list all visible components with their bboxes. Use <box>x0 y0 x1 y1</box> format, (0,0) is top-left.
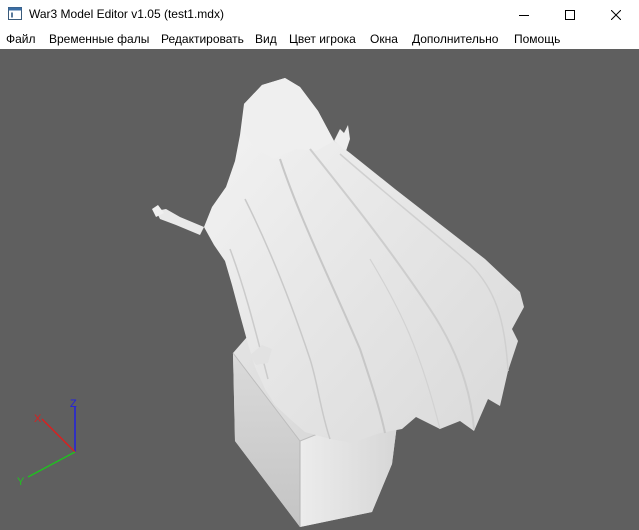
menu-help[interactable]: Помощь <box>514 32 560 46</box>
maximize-icon <box>565 9 575 20</box>
maximize-button[interactable] <box>547 0 593 29</box>
minimize-button[interactable] <box>501 0 547 29</box>
model-render: Z X Y <box>17 78 524 527</box>
y-axis-line <box>27 451 76 478</box>
title-bar[interactable]: War3 Model Editor v1.05 (test1.mdx) <box>0 0 639 29</box>
app-window-icon <box>8 7 22 20</box>
model-viewport[interactable]: Z X Y <box>0 49 639 530</box>
app-window: War3 Model Editor v1.05 (test1.mdx) Файл… <box>0 0 639 530</box>
window-title: War3 Model Editor v1.05 (test1.mdx) <box>29 7 224 21</box>
menu-player-color[interactable]: Цвет игрока <box>289 32 356 46</box>
menu-bar: Файл Временные фалы Редактировать Вид Цв… <box>0 29 639 49</box>
menu-temp-files[interactable]: Временные фалы <box>49 32 149 46</box>
menu-edit[interactable]: Редактировать <box>161 32 244 46</box>
close-icon <box>611 9 621 20</box>
menu-file[interactable]: Файл <box>6 32 36 46</box>
close-button[interactable] <box>593 0 639 29</box>
axis-gizmo: Z X Y <box>17 398 77 488</box>
x-axis-label: X <box>34 413 42 425</box>
x-axis-line <box>41 418 76 453</box>
y-axis-label: Y <box>17 476 25 488</box>
z-axis-label: Z <box>70 398 77 410</box>
minimize-icon <box>519 14 529 16</box>
menu-view[interactable]: Вид <box>255 32 277 46</box>
menu-windows[interactable]: Окна <box>370 32 398 46</box>
cloaked-figure <box>152 78 524 443</box>
menu-extra[interactable]: Дополнительно <box>412 32 498 46</box>
